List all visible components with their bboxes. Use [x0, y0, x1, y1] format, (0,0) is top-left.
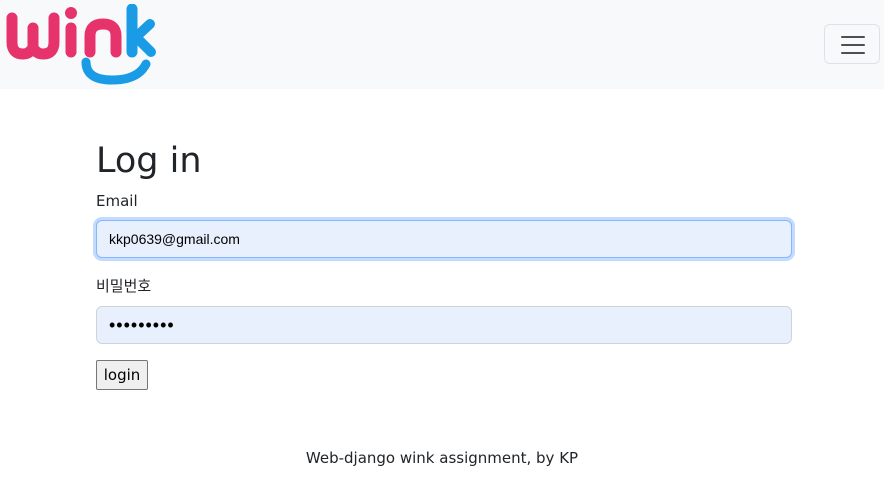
hamburger-icon [841, 36, 865, 38]
page-title: Log in [96, 141, 202, 181]
wink-logo[interactable] [6, 3, 158, 86]
password-field[interactable] [96, 306, 792, 344]
email-label: Email [96, 192, 138, 210]
login-button[interactable]: login [96, 360, 148, 390]
footer-text: Web-django wink assignment, by KP [305, 449, 579, 467]
password-label: 비밀번호 [96, 277, 152, 295]
hamburger-icon-bar [841, 52, 865, 54]
navbar-toggler-button[interactable] [824, 24, 880, 64]
wink-logo-image [6, 3, 156, 85]
footer: Web-django wink assignment, by KP [0, 448, 884, 468]
hamburger-icon-bar [841, 44, 865, 46]
navbar [0, 0, 884, 89]
email-field[interactable] [96, 220, 792, 258]
